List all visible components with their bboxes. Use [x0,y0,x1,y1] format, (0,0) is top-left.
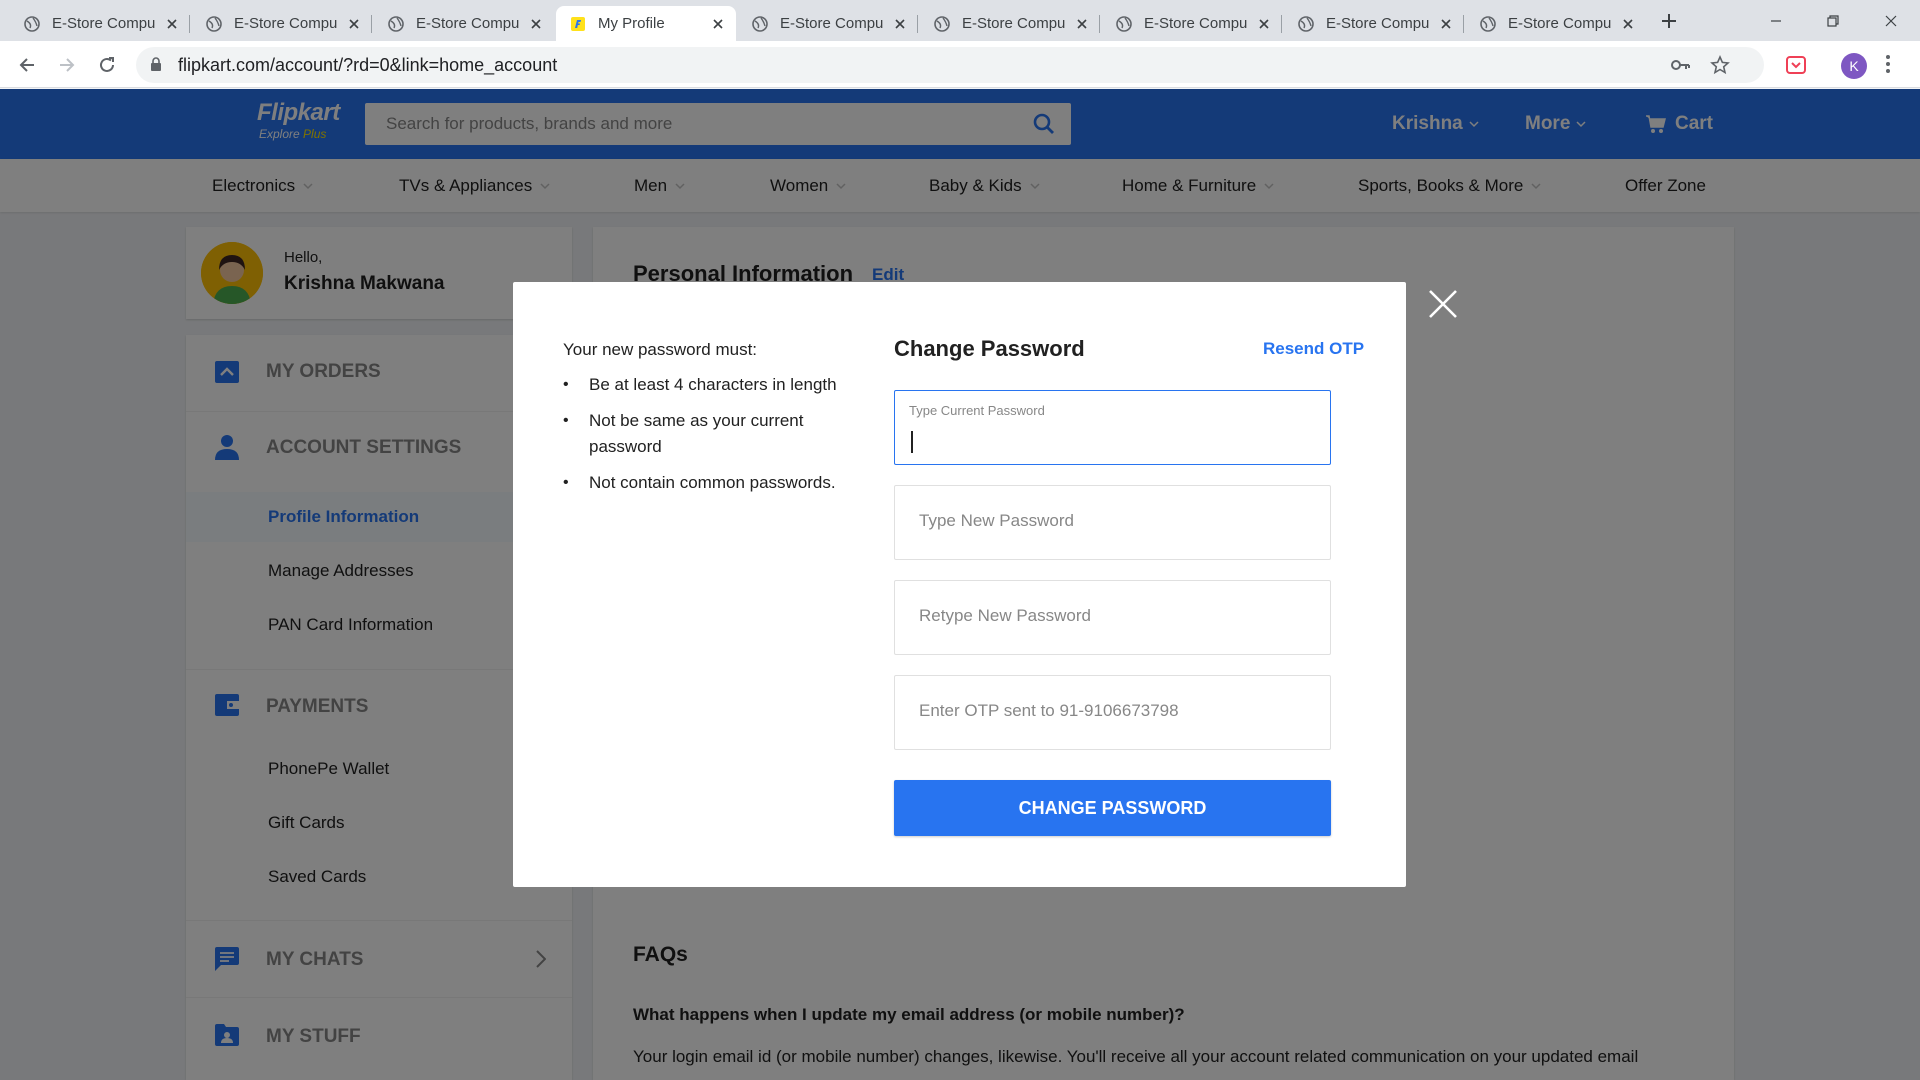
pocket-extension-icon[interactable] [1785,54,1807,76]
browser-tab[interactable]: E-Store Compu [10,6,190,41]
tab-divider [371,15,372,33]
change-password-modal: Your new password must: Be at least 4 ch… [513,282,1406,887]
globe-icon [388,15,404,32]
minimize-button[interactable] [1753,0,1799,41]
address-bar[interactable]: flipkart.com/account/?rd=0&link=home_acc… [136,47,1764,83]
modal-title: Change Password [894,336,1085,361]
browser-tab[interactable]: E-Store Compu [374,6,554,41]
tab-title: E-Store Compu [962,15,1066,32]
tab-title: E-Store Compu [1326,15,1430,32]
tab-divider [1281,15,1282,33]
forward-button[interactable] [53,51,81,79]
otp-field[interactable]: Enter OTP sent to 91-9106673798 [894,675,1331,750]
browser-toolbar: flipkart.com/account/?rd=0&link=home_acc… [0,41,1920,88]
close-tab-icon[interactable] [710,16,726,32]
globe-icon [24,15,40,32]
globe-icon [206,15,222,32]
tab-divider [189,15,190,33]
close-tab-icon[interactable] [346,16,362,32]
back-arrow-icon [19,58,34,72]
close-tab-icon[interactable] [892,16,908,32]
tab-title: E-Store Compu [416,15,520,32]
globe-icon [752,15,768,32]
plus-icon [1662,14,1676,28]
otp-placeholder: Enter OTP sent to 91-9106673798 [919,701,1179,720]
current-password-field[interactable]: Type Current Password [894,390,1331,465]
browser-tab-strip: E-Store Compu E-Store Compu E-Store Comp… [0,0,1920,41]
close-icon [1885,15,1897,26]
tab-title: E-Store Compu [1508,15,1612,32]
tab-title: E-Store Compu [52,15,156,32]
browser-tab[interactable]: E-Store Compu [1102,6,1282,41]
url-text: flipkart.com/account/?rd=0&link=home_acc… [178,55,558,75]
back-button[interactable] [13,51,41,79]
current-password-label: Type Current Password [909,403,1045,418]
new-password-placeholder: Type New Password [919,511,1074,530]
text-caret [911,431,913,453]
close-tab-icon[interactable] [1620,16,1636,32]
new-password-field[interactable]: Type New Password [894,485,1331,560]
minimize-icon [1771,19,1781,22]
close-tab-icon[interactable] [1256,16,1272,32]
tab-divider [1099,15,1100,33]
retype-password-field[interactable]: Retype New Password [894,580,1331,655]
bookmark-star-icon[interactable] [1710,55,1730,75]
retype-password-placeholder: Retype New Password [919,606,1091,625]
reload-button[interactable] [93,51,121,79]
close-tab-icon[interactable] [1438,16,1454,32]
password-rules-title: Your new password must: [563,340,758,359]
tab-title: My Profile [598,15,665,32]
globe-icon [934,15,950,32]
flipkart-favicon-icon [571,16,585,31]
close-modal-button[interactable] [1424,285,1462,323]
tab-title: E-Store Compu [234,15,338,32]
globe-icon [1480,15,1496,32]
key-icon[interactable] [1670,56,1690,74]
browser-tab[interactable]: E-Store Compu [1284,6,1464,41]
forward-arrow-icon [60,58,75,72]
close-tab-icon[interactable] [164,16,180,32]
password-rule: Not be same as your current password [563,408,853,460]
browser-tab[interactable]: E-Store Compu [1466,6,1646,41]
browser-tab[interactable]: E-Store Compu [738,6,918,41]
resend-otp-link[interactable]: Resend OTP [1263,339,1364,359]
kebab-menu-icon[interactable] [1885,54,1891,74]
tab-title: E-Store Compu [780,15,884,32]
tab-divider [917,15,918,33]
close-tab-icon[interactable] [528,16,544,32]
browser-profile-avatar[interactable]: K [1841,53,1867,79]
close-icon [1429,290,1457,318]
password-rule: Not contain common passwords. [563,470,853,496]
new-tab-button[interactable] [1657,9,1681,33]
password-rule: Be at least 4 characters in length [563,372,853,398]
lock-icon [151,57,161,71]
browser-tab[interactable]: E-Store Compu [192,6,372,41]
browser-tab-active[interactable]: My Profile [556,6,736,41]
change-password-button[interactable]: CHANGE PASSWORD [894,780,1331,836]
password-rules-list: Be at least 4 characters in length Not b… [563,372,853,506]
globe-icon [1298,15,1314,32]
tab-divider [1463,15,1464,33]
restore-button[interactable] [1810,0,1856,41]
restore-icon [1827,14,1839,27]
close-tab-icon[interactable] [1074,16,1090,32]
tab-title: E-Store Compu [1144,15,1248,32]
browser-tab[interactable]: E-Store Compu [920,6,1100,41]
globe-icon [1116,15,1132,32]
reload-icon [100,57,114,72]
close-window-button[interactable] [1868,0,1914,41]
